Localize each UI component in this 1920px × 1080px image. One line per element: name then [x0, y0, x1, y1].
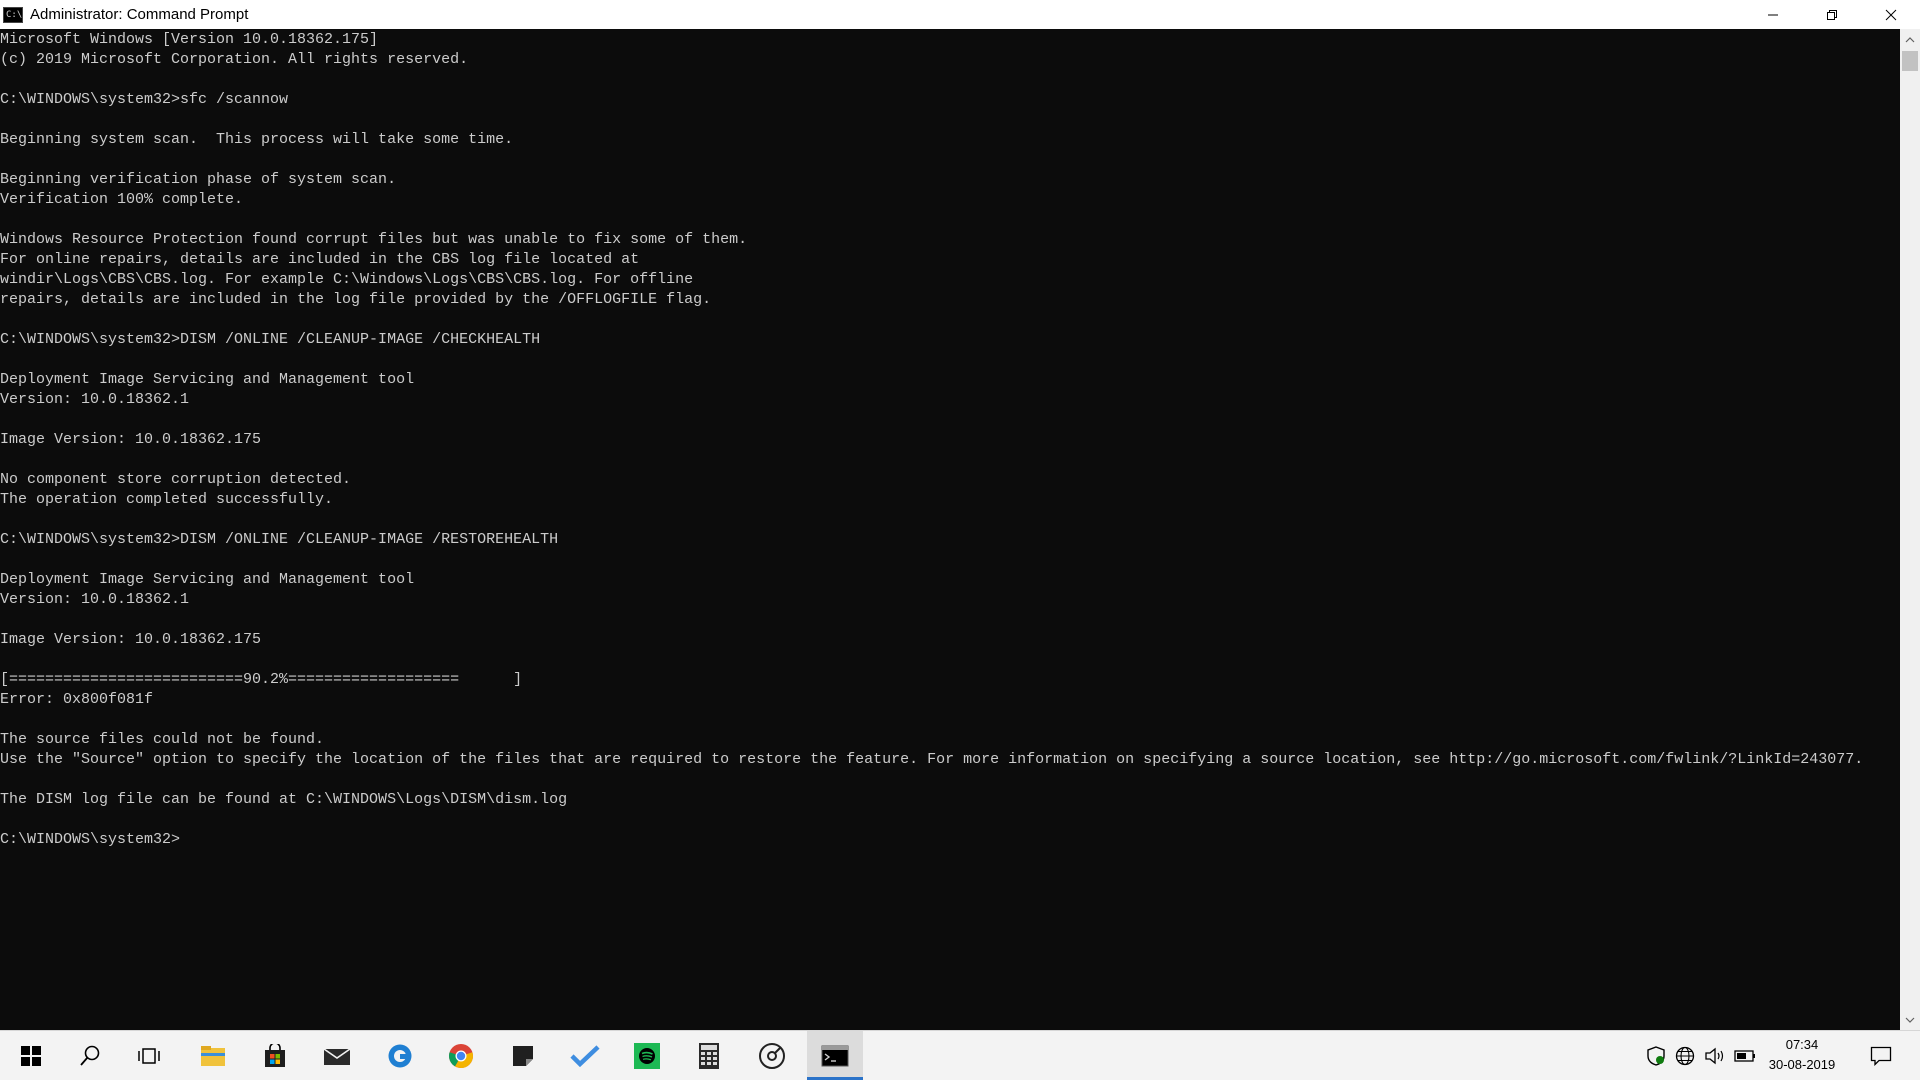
calculator-icon — [699, 1042, 719, 1069]
console-line: (c) 2019 Microsoft Corporation. All righ… — [0, 51, 469, 68]
action-center-button[interactable] — [1866, 1031, 1896, 1080]
store-icon — [265, 1043, 285, 1067]
windows-security-tray[interactable] — [1644, 1031, 1668, 1080]
cmd-app-icon[interactable]: C:\ — [3, 6, 23, 23]
network-tray[interactable] — [1673, 1031, 1697, 1080]
console-line: Windows Resource Protection found corrup… — [0, 231, 748, 248]
file-explorer-button[interactable] — [185, 1031, 241, 1080]
window-title: Administrator: Command Prompt — [30, 6, 249, 23]
console-line: C:\WINDOWS\system32>DISM /ONLINE /CLEANU… — [0, 531, 559, 548]
console-line: Error: 0x800f081f — [0, 691, 154, 708]
edge-button[interactable] — [372, 1031, 428, 1080]
scroll-down-arrow-icon[interactable] — [1900, 1011, 1920, 1028]
console-line: No component store corruption detected. — [0, 471, 352, 488]
restore-button[interactable] — [1802, 0, 1861, 29]
command-prompt-window: C:\ Administrator: Command Prompt Micros… — [0, 0, 1920, 1030]
close-button[interactable] — [1861, 0, 1920, 29]
console-line: Beginning system scan. This process will… — [0, 131, 514, 148]
vertical-scrollbar[interactable] — [1900, 29, 1920, 1030]
minimize-button[interactable] — [1743, 0, 1802, 29]
console-line: The DISM log file can be found at C:\WIN… — [0, 791, 568, 808]
window-controls — [1743, 0, 1920, 29]
console-line: Verification 100% complete. — [0, 191, 244, 208]
search-button[interactable] — [62, 1031, 118, 1080]
battery-tray[interactable] — [1733, 1031, 1757, 1080]
scroll-up-arrow-icon[interactable] — [1900, 31, 1920, 48]
clock-time: 07:34 — [1785, 1037, 1819, 1052]
taskbar-clock[interactable]: 07:34 30-08-2019 — [1758, 1035, 1846, 1075]
console-line: Image Version: 10.0.18362.175 — [0, 631, 262, 648]
console-line: [==========================90.2%========… — [0, 671, 523, 688]
speaker-icon — [1705, 1047, 1724, 1064]
file-explorer-icon — [201, 1045, 225, 1066]
chrome-button[interactable] — [433, 1031, 489, 1080]
console-line: C:\WINDOWS\system32>DISM /ONLINE /CLEANU… — [0, 331, 541, 348]
calculator-button[interactable] — [681, 1031, 737, 1080]
console-line: Version: 10.0.18362.1 — [0, 391, 190, 408]
sticky-notes-icon — [513, 1045, 533, 1066]
console-line: Version: 10.0.18362.1 — [0, 591, 190, 608]
todo-icon — [570, 1044, 600, 1067]
task-view-button[interactable] — [121, 1031, 177, 1080]
console-line: Deployment Image Servicing and Managemen… — [0, 371, 415, 388]
minimize-icon — [1767, 14, 1778, 15]
start-icon — [21, 1045, 41, 1066]
mail-button[interactable] — [309, 1031, 365, 1080]
mail-icon — [323, 1047, 351, 1065]
console-line: repairs, details are included in the log… — [0, 291, 712, 308]
title-bar[interactable]: C:\ Administrator: Command Prompt — [0, 0, 1920, 29]
console-line: The source files could not be found. — [0, 731, 325, 748]
shield-icon — [1647, 1045, 1665, 1066]
volume-tray[interactable] — [1703, 1031, 1727, 1080]
restore-icon — [1826, 9, 1837, 20]
taskbar: 07:34 30-08-2019 — [0, 1030, 1920, 1080]
groove-music-button[interactable] — [744, 1031, 800, 1080]
console-line: Deployment Image Servicing and Managemen… — [0, 571, 415, 588]
groove-music-icon — [759, 1042, 785, 1069]
clock-date: 30-08-2019 — [1768, 1057, 1836, 1072]
start-button[interactable] — [3, 1031, 59, 1080]
console-line: Beginning verification phase of system s… — [0, 171, 397, 188]
console-line: C:\WINDOWS\system32>sfc /scannow — [0, 91, 289, 108]
globe-icon — [1675, 1046, 1695, 1065]
spotify-icon — [634, 1042, 660, 1069]
notifications-icon — [1870, 1046, 1892, 1066]
command-prompt-button[interactable] — [807, 1031, 863, 1080]
store-button[interactable] — [247, 1031, 303, 1080]
console-line: Use the "Source" option to specify the l… — [0, 751, 1864, 768]
edge-icon — [388, 1044, 412, 1067]
console-line: The operation completed successfully. — [0, 491, 334, 508]
console-line: C:\WINDOWS\system32> — [0, 831, 181, 848]
todo-button[interactable] — [557, 1031, 613, 1080]
command-prompt-icon — [821, 1045, 849, 1066]
chrome-icon — [449, 1043, 473, 1068]
console-line: Image Version: 10.0.18362.175 — [0, 431, 262, 448]
scroll-thumb[interactable] — [1902, 51, 1918, 71]
console-line: For online repairs, details are included… — [0, 251, 640, 268]
console-line: Microsoft Windows [Version 10.0.18362.17… — [0, 31, 379, 48]
console-output[interactable]: Microsoft Windows [Version 10.0.18362.17… — [0, 30, 1898, 1028]
battery-icon — [1734, 1049, 1755, 1062]
search-icon — [80, 1045, 100, 1066]
spotify-button[interactable] — [619, 1031, 675, 1080]
sticky-notes-button[interactable] — [495, 1031, 551, 1080]
task-view-icon — [138, 1047, 160, 1064]
close-icon — [1885, 9, 1896, 20]
console-line: windir\Logs\CBS\CBS.log. For example C:\… — [0, 271, 694, 288]
